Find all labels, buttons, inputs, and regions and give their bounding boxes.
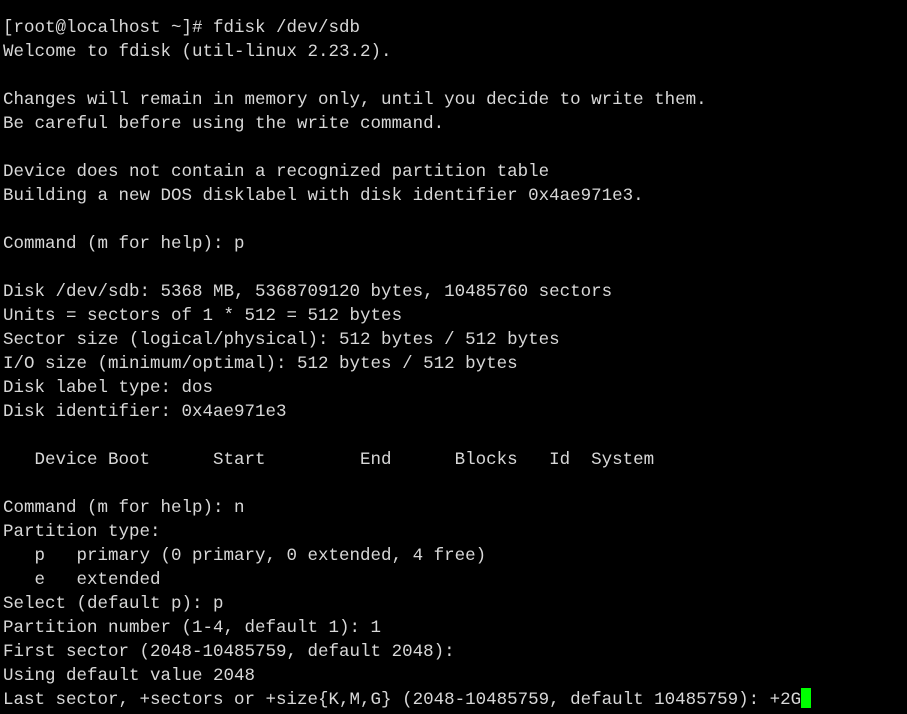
terminal-line: Select (default p): p xyxy=(3,594,224,614)
terminal-lines: [root@localhost ~]# fdisk /dev/sdb Welcom… xyxy=(3,16,811,688)
terminal-output[interactable]: [root@localhost ~]# fdisk /dev/sdb Welcom… xyxy=(3,16,812,712)
terminal-line: Disk label type: dos xyxy=(3,378,214,398)
terminal-line: Welcome to fdisk (util-linux 2.23.2). xyxy=(3,42,392,62)
terminal-line: Units = sectors of 1 * 512 = 512 bytes xyxy=(3,306,403,326)
terminal-line: Changes will remain in memory only, unti… xyxy=(3,90,707,110)
terminal-line: Be careful before using the write comman… xyxy=(3,114,445,134)
terminal-input-line[interactable]: Last sector, +sectors or +size{K,M,G} (2… xyxy=(3,688,812,712)
terminal-line: I/O size (minimum/optimal): 512 bytes / … xyxy=(3,354,518,374)
terminal-line: p primary (0 primary, 0 extended, 4 free… xyxy=(3,546,487,566)
terminal-line: Device does not contain a recognized par… xyxy=(3,162,550,182)
terminal-line: Command (m for help): p xyxy=(3,234,245,254)
terminal-line: Using default value 2048 xyxy=(3,666,256,686)
terminal-line: Building a new DOS disklabel with disk i… xyxy=(3,186,644,206)
terminal-line: Disk identifier: 0x4ae971e3 xyxy=(3,402,287,422)
terminal-line: Command (m for help): n xyxy=(3,498,245,518)
prompt-text: Last sector, +sectors or +size{K,M,G} (2… xyxy=(3,690,802,710)
terminal-line: e extended xyxy=(3,570,161,590)
terminal-line: Device Boot Start End Blocks Id System xyxy=(3,450,655,470)
terminal-line: Sector size (logical/physical): 512 byte… xyxy=(3,330,560,350)
terminal-line: Partition number (1-4, default 1): 1 xyxy=(3,618,382,638)
terminal-line: Partition type: xyxy=(3,522,161,542)
terminal-line: [root@localhost ~]# fdisk /dev/sdb xyxy=(3,18,361,38)
terminal-line: Disk /dev/sdb: 5368 MB, 5368709120 bytes… xyxy=(3,282,613,302)
terminal-line: First sector (2048-10485759, default 204… xyxy=(3,642,455,662)
cursor-block xyxy=(801,688,812,708)
